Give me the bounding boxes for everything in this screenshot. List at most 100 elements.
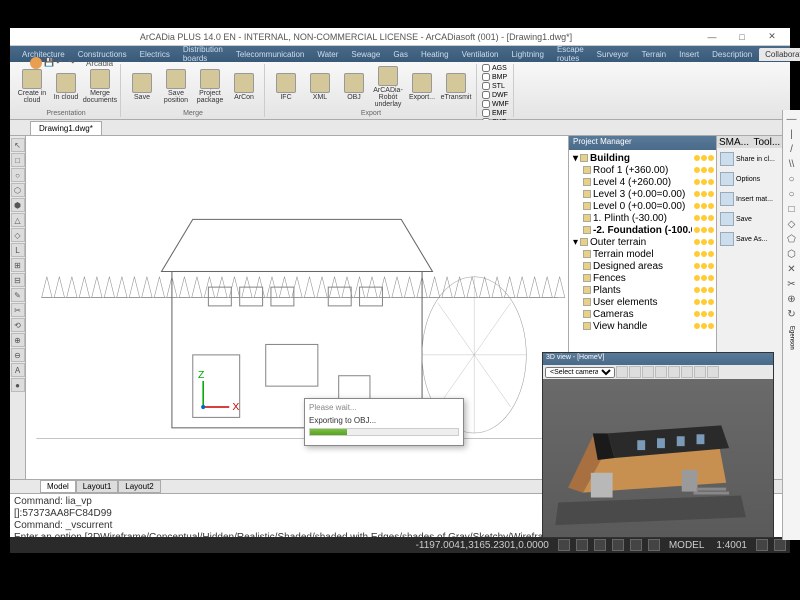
drawing-canvas[interactable]: X Z Please wait... Exporting to OBJ... [26,136,568,479]
view3d-window[interactable]: 3D view - [HomeV] <Select camera> [542,352,774,538]
status-icon[interactable] [648,539,660,551]
left-tool-button[interactable]: ⊞ [11,258,25,272]
left-tool-button[interactable]: ⬢ [11,198,25,212]
view3d-tool-icon[interactable] [694,366,706,378]
right-tool-button[interactable]: — [785,112,799,126]
right-tool-button[interactable]: / [785,142,799,156]
ribbon-tab[interactable]: Heating [415,48,455,61]
view3d-tool-icon[interactable] [707,366,719,378]
tree-node[interactable]: Designed areas [571,260,714,272]
document-tab[interactable]: Drawing1.dwg* [30,121,102,135]
status-icon[interactable] [612,539,624,551]
ribbon-tab[interactable]: Collaboration [759,48,800,61]
view3d-tool-icon[interactable] [655,366,667,378]
left-tool-button[interactable]: A [11,363,25,377]
ribbon-tab[interactable]: Gas [387,48,414,61]
right-tool-button[interactable]: | [785,127,799,141]
ribbon-button[interactable]: Create in cloud [16,66,48,108]
tree-node[interactable]: 1. Plinth (-30.00) [571,212,714,224]
status-icon[interactable] [774,539,786,551]
view3d-tool-icon[interactable] [616,366,628,378]
ribbon-button[interactable]: Export... [406,66,438,108]
side-button[interactable]: Save [719,210,788,228]
view3d-tool-icon[interactable] [668,366,680,378]
ribbon-button[interactable]: OBJ [338,66,370,108]
layout-tab[interactable]: Model [40,480,76,493]
ribbon-tab[interactable]: Insert [673,48,705,61]
ribbon-tab[interactable]: Ventilation [456,48,505,61]
side-button[interactable]: Options [719,170,788,188]
ribbon-tab[interactable]: Water [311,48,344,61]
right-tool-button[interactable]: ○ [785,187,799,201]
left-tool-button[interactable]: ↖ [11,138,25,152]
left-tool-button[interactable]: ⊟ [11,273,25,287]
left-tool-button[interactable]: ✂ [11,303,25,317]
right-tool-button[interactable]: ◇ [785,217,799,231]
ribbon-button[interactable]: Project package [194,66,226,108]
ribbon-tab[interactable]: Terrain [636,48,672,61]
right-tool-button[interactable]: ⬡ [785,247,799,261]
right-tool-button[interactable]: □ [785,202,799,216]
tree-node[interactable]: Level 4 (+260.00) [571,176,714,188]
close-button[interactable]: ✕ [758,30,786,44]
qa-redo-icon[interactable]: ↷ [68,58,78,68]
ribbon-button[interactable]: eTransmit [440,66,472,108]
export-format-checkbox[interactable]: EMF [482,109,509,117]
tree-node[interactable]: ▾Outer terrain [571,236,714,248]
side-button[interactable]: Share in cl... [719,150,788,168]
ribbon-button[interactable]: XML [304,66,336,108]
right-tool-button[interactable]: \\ [785,157,799,171]
left-tool-button[interactable]: △ [11,213,25,227]
qa-undo-icon[interactable]: ↶ [56,58,66,68]
ribbon-button[interactable]: ArCADia-Robót underlay [372,66,404,108]
right-tool-button[interactable]: ↻ [785,307,799,321]
ribbon-tab[interactable]: Electrics [134,48,176,61]
left-tool-button[interactable]: L [11,243,25,257]
export-format-checkbox[interactable]: DWF [482,91,509,99]
status-model[interactable]: MODEL [666,540,708,551]
layout-tab[interactable]: Layout2 [118,480,160,493]
right-tool-button[interactable]: ⬠ [785,232,799,246]
status-icon[interactable] [576,539,588,551]
status-icon[interactable] [594,539,606,551]
right-tool-button[interactable]: ○ [785,172,799,186]
tree-node[interactable]: Level 3 (+0.00=0.00) [571,188,714,200]
export-format-checkbox[interactable]: WMF [482,100,509,108]
ribbon-button[interactable]: Save position [160,66,192,108]
maximize-button[interactable]: □ [728,30,756,44]
right-tool-button[interactable]: ✂ [785,277,799,291]
tree-node[interactable]: ▾Building [571,152,714,164]
ribbon-button[interactable]: IFC [270,66,302,108]
app-logo-icon[interactable] [30,57,42,69]
right-tool-button[interactable]: ⊕ [785,292,799,306]
status-icon[interactable] [756,539,768,551]
tree-node[interactable]: User elements [571,296,714,308]
side-button[interactable]: Insert mat... [719,190,788,208]
status-icon[interactable] [630,539,642,551]
left-tool-button[interactable]: ● [11,378,25,392]
view3d-tool-icon[interactable] [629,366,641,378]
export-format-checkbox[interactable]: STL [482,82,509,90]
export-format-checkbox[interactable]: AGS [482,64,509,72]
ribbon-button[interactable]: In cloud [50,66,82,108]
left-tool-button[interactable]: ○ [11,168,25,182]
ribbon-tab[interactable]: Surveyor [591,48,635,61]
left-tool-button[interactable]: ◇ [11,228,25,242]
left-tool-button[interactable]: ⬡ [11,183,25,197]
ribbon-button[interactable]: ArCon [228,66,260,108]
ribbon-tab[interactable]: Sewage [345,48,386,61]
view3d-tool-icon[interactable] [642,366,654,378]
tree-node[interactable]: Level 0 (+0.00=0.00) [571,200,714,212]
left-tool-button[interactable]: ⊕ [11,333,25,347]
tree-node[interactable]: Fences [571,272,714,284]
tree-node[interactable]: Roof 1 (+360.00) [571,164,714,176]
tree-node[interactable]: Terrain model [571,248,714,260]
left-tool-button[interactable]: ⟲ [11,318,25,332]
view3d-tool-icon[interactable] [681,366,693,378]
ribbon-button[interactable]: Save [126,66,158,108]
left-tool-button[interactable]: ⊖ [11,348,25,362]
qa-save-icon[interactable]: 💾 [44,58,54,68]
left-tool-button[interactable]: □ [11,153,25,167]
tree-node[interactable]: Plants [571,284,714,296]
layout-tab[interactable]: Layout1 [76,480,118,493]
